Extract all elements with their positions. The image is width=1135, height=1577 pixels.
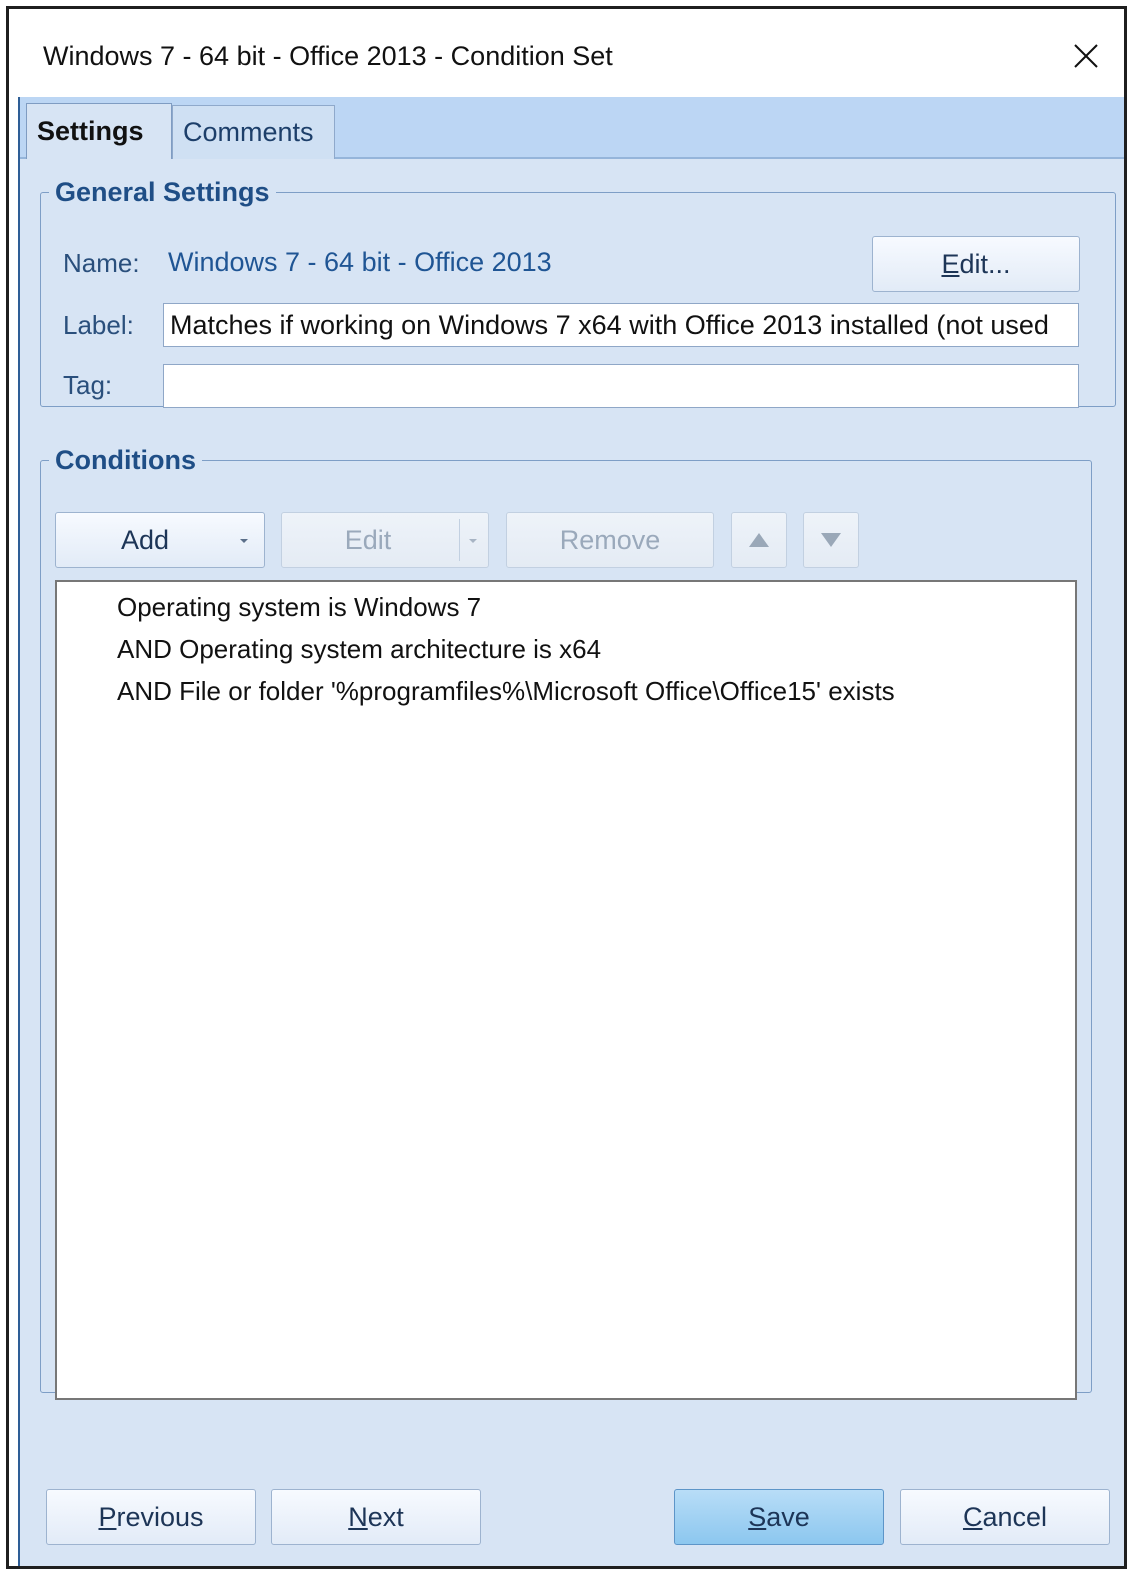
name-label: Name: (63, 248, 140, 278)
dialog-body: Settings Comments General Settings Name:… (18, 97, 1124, 1566)
cancel-label: ancel (982, 1501, 1048, 1532)
label-input[interactable]: Matches if working on Windows 7 x64 with… (163, 303, 1079, 347)
list-item[interactable]: AND Operating system architecture is x64 (117, 634, 601, 665)
edit-condition-label: Edit (344, 524, 392, 555)
label-field-label: Label: (63, 310, 134, 340)
edit-name-button-mnemonic: E (941, 248, 960, 279)
close-icon (1074, 44, 1098, 68)
window-title: Windows 7 - 64 bit - Office 2013 - Condi… (43, 41, 613, 71)
cancel-button[interactable]: Cancel (900, 1489, 1110, 1545)
conditions-list[interactable]: Operating system is Windows 7 AND Operat… (55, 580, 1077, 1400)
triangle-down-icon (821, 533, 841, 547)
conditions-group: Conditions Add Edit Remove Operating sys… (40, 445, 1092, 1400)
next-mnemonic: N (348, 1501, 368, 1532)
remove-condition-button[interactable]: Remove (506, 512, 714, 568)
conditions-legend: Conditions (55, 445, 196, 475)
previous-mnemonic: P (98, 1501, 117, 1532)
save-mnemonic: S (748, 1501, 767, 1532)
previous-label: revious (116, 1501, 204, 1532)
list-item[interactable]: AND File or folder '%programfiles%\Micro… (117, 676, 895, 707)
save-button[interactable]: Save (674, 1489, 884, 1545)
tag-field-label: Tag: (63, 370, 113, 400)
general-settings-legend: General Settings (55, 177, 270, 207)
close-button[interactable] (1058, 31, 1114, 81)
add-condition-label: Add (120, 524, 170, 555)
list-item[interactable]: Operating system is Windows 7 (117, 592, 481, 623)
add-condition-button[interactable]: Add (55, 512, 265, 568)
chevron-down-icon (469, 539, 477, 543)
move-down-button[interactable] (803, 512, 859, 568)
name-value: Windows 7 - 64 bit - Office 2013 (168, 247, 552, 277)
dialog-window: Windows 7 - 64 bit - Office 2013 - Condi… (6, 6, 1127, 1569)
next-label: ext (367, 1501, 404, 1532)
edit-name-button[interactable]: Edit... (872, 236, 1080, 292)
move-up-button[interactable] (731, 512, 787, 568)
tab-comments[interactable]: Comments (172, 105, 335, 159)
next-button[interactable]: Next (271, 1489, 481, 1545)
previous-button[interactable]: Previous (46, 1489, 256, 1545)
save-label: ave (766, 1501, 810, 1532)
chevron-down-icon (240, 539, 248, 543)
edit-condition-button[interactable]: Edit (281, 512, 489, 568)
triangle-up-icon (749, 533, 769, 547)
cancel-mnemonic: C (962, 1501, 983, 1532)
tab-settings[interactable]: Settings (26, 103, 172, 159)
edit-name-button-label: dit... (959, 248, 1011, 279)
tag-input[interactable] (163, 364, 1079, 408)
general-settings-group: General Settings Name: Windows 7 - 64 bi… (40, 177, 1116, 408)
tab-strip: Settings Comments (20, 97, 1124, 159)
split-divider (459, 519, 460, 561)
title-bar: Windows 7 - 64 bit - Office 2013 - Condi… (9, 9, 1124, 97)
